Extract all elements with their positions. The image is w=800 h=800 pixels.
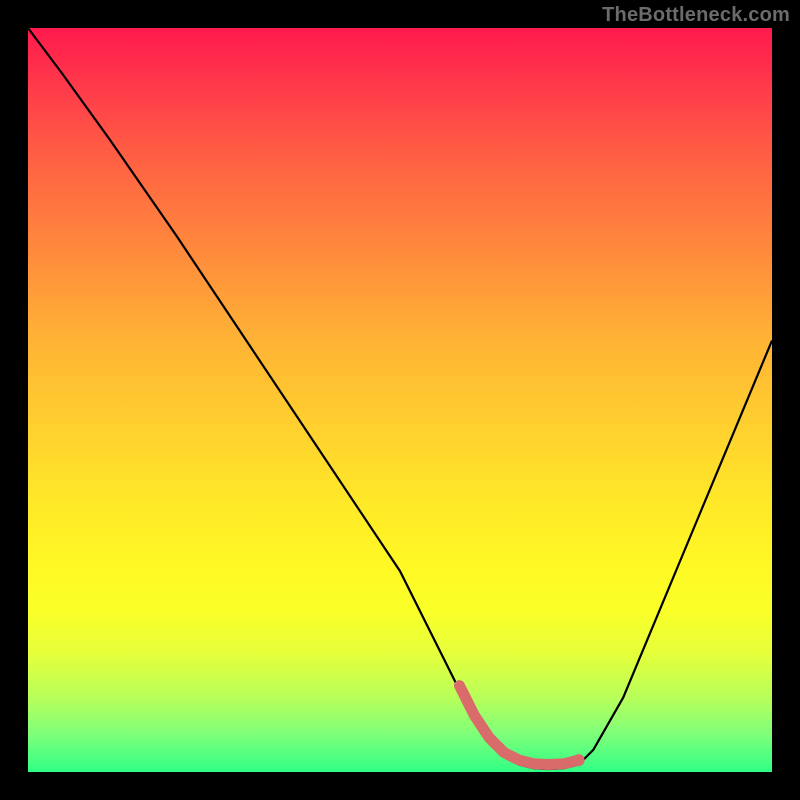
watermark-text: TheBottleneck.com	[602, 4, 790, 27]
valley-marker-end-dot	[573, 754, 585, 766]
bottleneck-curve	[28, 28, 772, 769]
plot-area	[28, 28, 772, 772]
curve-svg	[28, 28, 772, 772]
valley-marker	[460, 686, 579, 765]
chart-frame: TheBottleneck.com	[0, 0, 800, 800]
